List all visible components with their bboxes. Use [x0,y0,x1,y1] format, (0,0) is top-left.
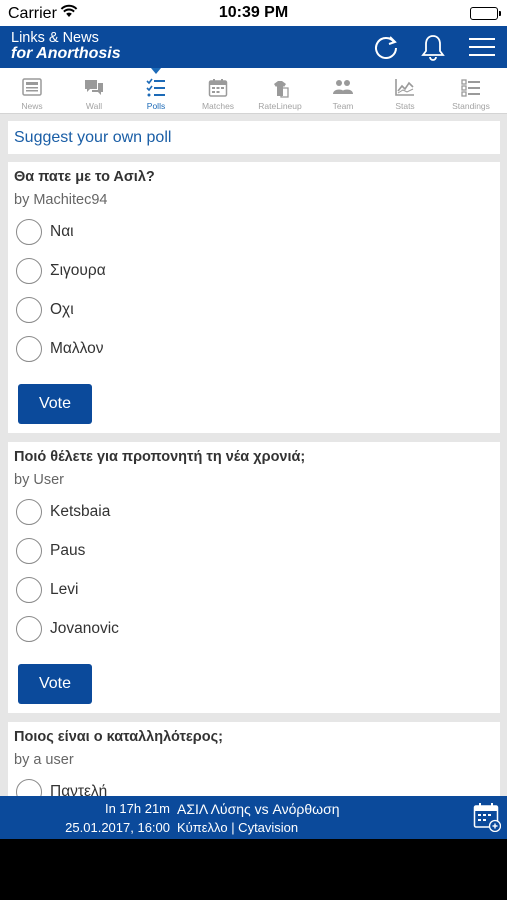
poll-option-label: Ναι [50,223,74,240]
notifications-button[interactable] [416,31,450,63]
next-match-bar[interactable]: In 17h 21m 25.01.2017, 16:00 ΑΣΙΛ Λύσης … [0,796,507,839]
poll-option-label: Ketsbaia [50,503,111,520]
tab-standings[interactable]: Standings [440,68,502,114]
match-teams: ΑΣΙΛ Λύσης vs Ανόρθωση [177,801,340,817]
lineup-icon [274,81,289,98]
status-bar: Carrier 10:39 PM [0,0,507,26]
poll-question: Θα πατε με το Ασιλ? [14,169,155,185]
tab-ratelineup[interactable]: RateLineup [249,68,311,114]
news-icon [22,78,42,96]
match-datetime: 25.01.2017, 16:00 [65,820,170,835]
poll-author: by a user [14,752,74,768]
radio-button[interactable] [16,499,42,525]
tab-news[interactable]: News [1,68,63,114]
suggest-poll-link[interactable]: Suggest your own poll [14,129,171,147]
radio-button[interactable] [16,616,42,642]
radio-button[interactable] [16,577,42,603]
wall-icon [85,80,103,95]
poll-card: Ποιό θέλετε για προπονητή τη νέα χρονιά;… [8,442,500,713]
poll-question: Ποιος είναι ο καταλληλότερος; [14,729,223,745]
stats-icon [395,79,414,96]
tab-standings-label: Standings [452,101,490,111]
tab-ratelineup-label: RateLineup [258,101,302,111]
poll-card: Θα πατε με το Ασιλ? by Machitec94 Ναι Σι… [8,162,500,433]
calendar-icon [208,79,228,97]
match-countdown: In 17h 21m [104,801,170,816]
poll-author: by Machitec94 [14,192,108,208]
tab-polls-label: Polls [146,101,166,111]
bell-icon [421,35,445,61]
vote-button[interactable]: Vote [18,664,92,704]
suggest-poll-card: Suggest your own poll [8,121,500,154]
menu-button[interactable] [465,31,499,63]
standings-icon [461,79,480,97]
refresh-icon [375,36,397,59]
radio-button[interactable] [16,779,42,796]
poll-question: Ποιό θέλετε για προπονητή τη νέα χρονιά; [14,449,306,465]
poll-option[interactable]: Jovanovic [14,614,314,644]
poll-option[interactable]: Σιγουρα [14,256,314,286]
poll-option[interactable]: Levi [14,575,314,605]
radio-button[interactable] [16,297,42,323]
tab-bar: News Wall Polls Matches RateLineup Team … [0,68,507,114]
home-indicator-area [0,839,507,900]
poll-option[interactable]: Paus [14,536,314,566]
radio-button[interactable] [16,219,42,245]
tab-matches-label: Matches [201,101,235,111]
poll-option[interactable]: Ketsbaia [14,497,314,527]
tab-matches[interactable]: Matches [187,68,249,114]
tab-stats[interactable]: Stats [374,68,436,114]
poll-option[interactable]: Ναι [14,217,314,247]
match-competition: Κύπελλο | Cytavision [177,820,299,835]
poll-option-label: Παντελή [50,783,108,796]
poll-card: Ποιος είναι ο καταλληλότερος; by a user … [8,722,500,796]
active-tab-indicator [151,68,161,74]
poll-option-label: Οχι [50,301,74,318]
poll-option-label: Jovanovic [50,620,119,637]
tab-team-label: Team [332,101,354,111]
tab-polls[interactable]: Polls [125,68,187,114]
poll-option-label: Levi [50,581,79,598]
app-header: Links & News for Anorthosis [0,26,507,68]
radio-button[interactable] [16,538,42,564]
app-title-line1: Links & News [11,30,99,46]
poll-option-label: Μαλλον [50,340,104,357]
app-title-line2: for Anorthosis [11,45,121,62]
radio-button[interactable] [16,336,42,362]
calendar-add-icon [473,803,502,833]
radio-button[interactable] [16,258,42,284]
tab-news-label: News [21,101,43,111]
team-icon [333,80,353,94]
calendar-add-button[interactable] [473,802,502,837]
poll-option[interactable]: Οχι [14,295,314,325]
battery-icon [470,7,501,20]
poll-option[interactable]: Παντελή [14,777,314,796]
tab-wall-label: Wall [85,101,103,111]
clock: 10:39 PM [218,4,289,21]
tab-stats-label: Stats [395,101,415,111]
refresh-button[interactable] [369,31,403,63]
poll-option-label: Paus [50,542,86,559]
polls-list: Suggest your own poll Θα πατε με το Ασιλ… [0,115,507,796]
poll-option[interactable]: Μαλλον [14,334,314,364]
vote-button[interactable]: Vote [18,384,92,424]
tab-wall[interactable]: Wall [63,68,125,114]
poll-option-label: Σιγουρα [50,262,106,279]
hamburger-icon [469,38,495,56]
tab-team[interactable]: Team [312,68,374,114]
polls-icon [146,78,165,97]
poll-author: by User [14,472,64,488]
